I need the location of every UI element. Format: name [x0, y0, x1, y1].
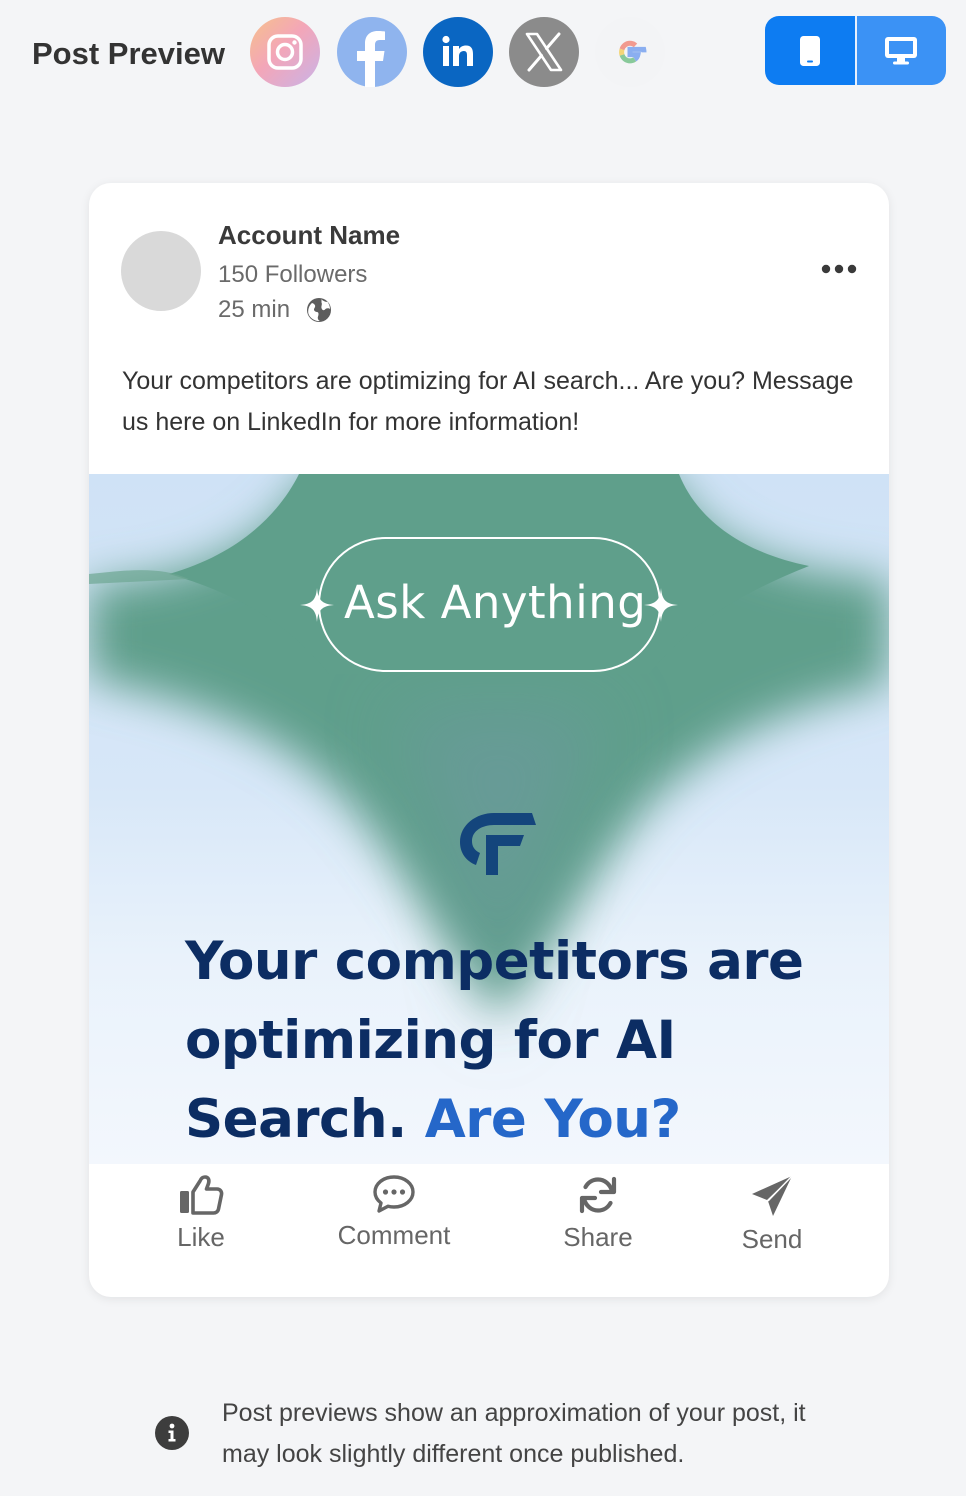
device-toggle — [765, 16, 946, 85]
linkedin-icon — [442, 35, 473, 66]
thumbs-up-icon — [180, 1175, 224, 1215]
comment-icon — [373, 1175, 415, 1213]
image-headline: Your competitors are optimizing for AI S… — [185, 922, 865, 1159]
sparkle-left-icon — [300, 588, 334, 622]
platform-facebook-button[interactable] — [337, 17, 407, 87]
more-options-icon[interactable] — [820, 261, 858, 282]
post-actions: Like Comment Share Send — [89, 1174, 889, 1274]
like-button[interactable]: Like — [167, 1174, 235, 1253]
platform-instagram-button[interactable] — [250, 17, 320, 87]
ask-anything-text: Ask Anything — [344, 576, 647, 629]
disclaimer-text: Post previews show an approximation of y… — [222, 1399, 806, 1468]
like-label: Like — [177, 1222, 225, 1252]
mobile-icon — [799, 35, 820, 66]
platform-x-button[interactable] — [509, 17, 579, 87]
post-image: Ask Anything Your competitors are optimi… — [89, 474, 889, 1164]
account-name: Account Name — [218, 220, 401, 250]
page-title: Post Preview — [32, 36, 225, 71]
comment-button[interactable]: Comment — [334, 1174, 454, 1251]
share-label: Share — [563, 1222, 633, 1252]
repost-icon — [579, 1176, 617, 1214]
share-button[interactable]: Share — [558, 1174, 638, 1253]
brand-logo — [460, 813, 536, 875]
send-icon — [752, 1175, 793, 1216]
avatar — [121, 231, 201, 311]
comment-label: Comment — [337, 1220, 451, 1250]
follower-count: 150 Followers — [218, 261, 368, 288]
platform-google-button[interactable] — [595, 17, 665, 87]
desktop-icon — [885, 36, 918, 64]
desktop-view-button[interactable] — [856, 16, 946, 85]
post-preview-card: Account Name 150 Followers 25 min Your c… — [89, 183, 889, 1297]
facebook-icon — [357, 31, 385, 87]
x-icon — [525, 32, 563, 72]
send-label: Send — [741, 1224, 803, 1254]
post-meta: 25 min — [218, 296, 332, 324]
globe-icon — [306, 297, 332, 323]
mobile-view-button[interactable] — [765, 16, 857, 85]
sparkle-right-icon — [644, 588, 678, 622]
post-text: Your competitors are optimizing for AI s… — [122, 367, 854, 436]
instagram-icon — [267, 34, 303, 70]
send-button[interactable]: Send — [737, 1174, 807, 1255]
post-time: 25 min — [218, 296, 291, 323]
header-bar: Post Preview — [0, 0, 966, 104]
google-icon — [619, 40, 647, 64]
info-icon — [155, 1416, 189, 1450]
platform-linkedin-button[interactable] — [423, 17, 493, 87]
headline-accent: Are You? — [424, 1089, 681, 1150]
